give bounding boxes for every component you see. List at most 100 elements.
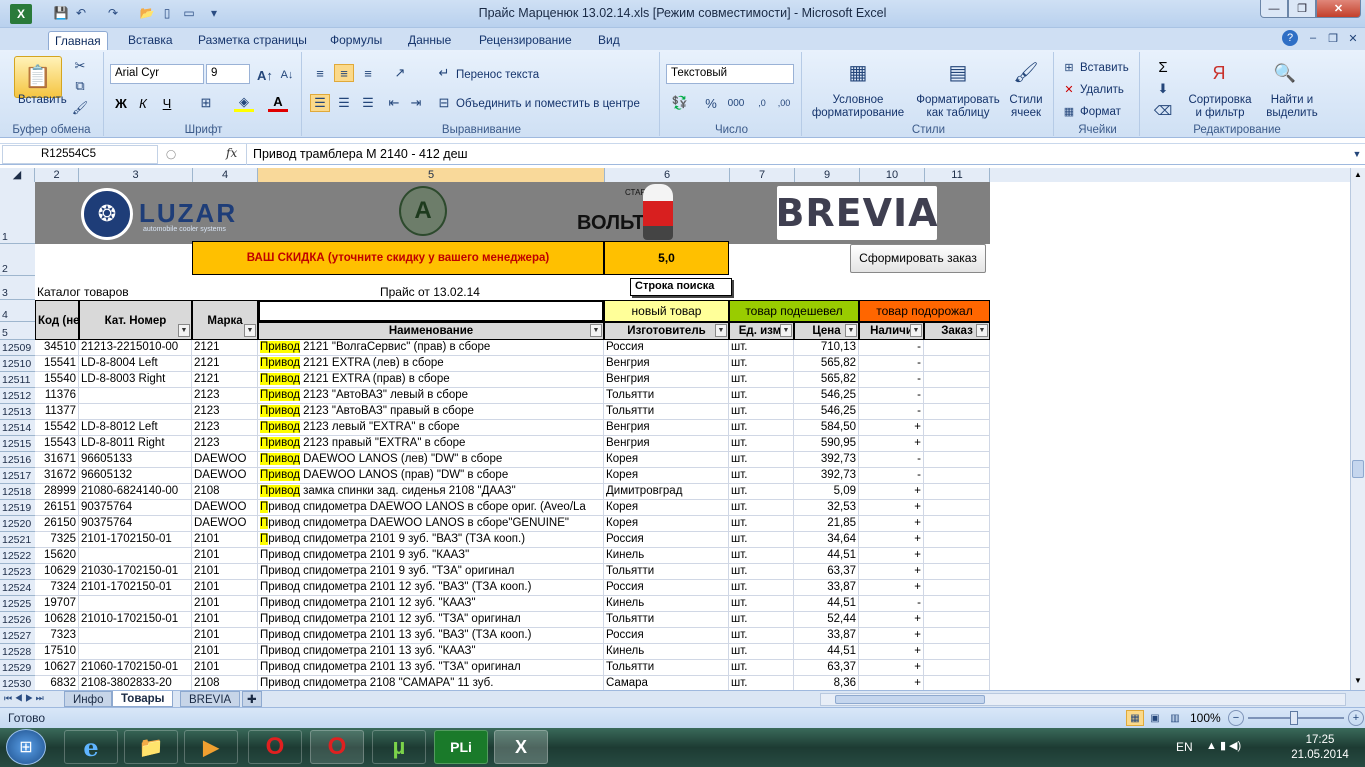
table-cell-unit[interactable]: шт. xyxy=(729,356,794,372)
underline-icon[interactable]: Ч xyxy=(158,94,176,112)
table-cell-order[interactable] xyxy=(924,612,990,628)
column-header[interactable]: 11 xyxy=(925,168,990,182)
minimize-button[interactable]: — xyxy=(1260,0,1288,18)
column-header[interactable]: 5 xyxy=(258,168,605,182)
table-cell-unit[interactable]: шт. xyxy=(729,548,794,564)
table-cell-unit[interactable]: шт. xyxy=(729,612,794,628)
table-cell-unit[interactable]: шт. xyxy=(729,420,794,436)
table-cell-stock[interactable]: - xyxy=(859,596,924,612)
horizontal-scrollbar[interactable] xyxy=(820,693,1346,706)
table-cell-cat[interactable]: 21213-2215010-00 xyxy=(79,340,192,356)
paste-icon[interactable]: 📋 xyxy=(14,56,62,98)
row-header[interactable]: 3 xyxy=(0,276,35,300)
table-cell-name[interactable]: Привод спидометра 2101 9 зуб. "ВАЗ" (ТЗА… xyxy=(258,532,604,548)
table-cell-cat[interactable]: 96605133 xyxy=(79,452,192,468)
tab-page-layout[interactable]: Разметка страницы xyxy=(192,31,313,50)
table-cell-brand[interactable]: 2101 xyxy=(192,612,258,628)
filter-dropdown-icon[interactable]: ▼ xyxy=(715,324,727,337)
row-header[interactable]: 12525 xyxy=(0,596,35,612)
table-cell-brand[interactable]: DAEWOO xyxy=(192,516,258,532)
row-header[interactable]: 5 xyxy=(0,322,35,340)
wrap-text-button[interactable]: Перенос текста xyxy=(456,69,539,82)
table-cell-order[interactable] xyxy=(924,516,990,532)
table-cell-cat[interactable] xyxy=(79,644,192,660)
table-cell-order[interactable] xyxy=(924,404,990,420)
table-cell-stock[interactable]: + xyxy=(859,500,924,516)
filter-dropdown-icon[interactable]: ▼ xyxy=(976,324,988,337)
decrease-decimal-icon[interactable]: ,00 xyxy=(774,94,794,112)
table-cell-order[interactable] xyxy=(924,500,990,516)
format-cells-button[interactable]: Формат xyxy=(1080,106,1121,119)
cut-icon[interactable]: ✂ xyxy=(72,58,88,74)
table-cell-maker[interactable]: Кинель xyxy=(604,644,729,660)
zoom-slider[interactable] xyxy=(1248,711,1344,725)
normal-view-icon[interactable]: ▦ xyxy=(1126,710,1144,726)
table-cell-maker[interactable]: Кинель xyxy=(604,548,729,564)
column-header[interactable]: 4 xyxy=(193,168,258,182)
table-cell-order[interactable] xyxy=(924,564,990,580)
table-cell-price[interactable]: 44,51 xyxy=(794,548,859,564)
delete-cells-icon[interactable]: ✕ xyxy=(1062,82,1076,96)
table-cell-price[interactable]: 546,25 xyxy=(794,404,859,420)
table-cell-stock[interactable]: + xyxy=(859,548,924,564)
table-cell-price[interactable]: 392,73 xyxy=(794,452,859,468)
table-cell-maker[interactable]: Венгрия xyxy=(604,372,729,388)
table-cell-code[interactable]: 28999 xyxy=(35,484,79,500)
zoom-in-icon[interactable]: + xyxy=(1348,710,1364,726)
table-cell-cat[interactable] xyxy=(79,548,192,564)
table-cell-stock[interactable]: - xyxy=(859,404,924,420)
table-cell-code[interactable]: 11376 xyxy=(35,388,79,404)
table-cell-maker[interactable]: Тольятти xyxy=(604,388,729,404)
table-cell-brand[interactable]: 2101 xyxy=(192,548,258,564)
restore-button[interactable]: ❐ xyxy=(1288,0,1316,18)
clear-icon[interactable]: ⌫ xyxy=(1154,102,1172,120)
table-cell-code[interactable]: 34510 xyxy=(35,340,79,356)
table-cell-brand[interactable]: 2123 xyxy=(192,436,258,452)
format-table-icon[interactable]: ▤ xyxy=(944,58,972,86)
table-cell-order[interactable] xyxy=(924,356,990,372)
borders-icon[interactable]: ⊞ xyxy=(196,94,216,112)
table-cell-code[interactable]: 15542 xyxy=(35,420,79,436)
doc-close-icon[interactable]: ✕ xyxy=(1345,30,1361,46)
table-cell-code[interactable]: 11377 xyxy=(35,404,79,420)
table-cell-code[interactable]: 10629 xyxy=(35,564,79,580)
table-cell-cat[interactable]: LD-8-8012 Left xyxy=(79,420,192,436)
conditional-format-button[interactable]: Условное форматирование xyxy=(810,94,906,120)
table-cell-brand[interactable]: 2101 xyxy=(192,580,258,596)
shrink-font-icon[interactable]: A↓ xyxy=(278,66,296,84)
table-cell-order[interactable] xyxy=(924,420,990,436)
fill-icon[interactable]: ⬇ xyxy=(1154,80,1172,98)
table-cell-brand[interactable]: 2121 xyxy=(192,340,258,356)
table-cell-brand[interactable]: 2101 xyxy=(192,660,258,676)
align-bottom-icon[interactable]: ≡ xyxy=(358,64,378,82)
table-cell-unit[interactable]: шт. xyxy=(729,436,794,452)
table-cell-unit[interactable]: шт. xyxy=(729,564,794,580)
plitka-icon[interactable]: PLi xyxy=(434,730,488,764)
table-cell-unit[interactable]: шт. xyxy=(729,372,794,388)
table-cell-cat[interactable] xyxy=(79,628,192,644)
internet-explorer-icon[interactable]: e xyxy=(64,730,118,764)
zoom-out-icon[interactable]: − xyxy=(1228,710,1244,726)
table-cell-name[interactable]: Привод 2123 правый "EXTRA" в сборе xyxy=(258,436,604,452)
table-cell-maker[interactable]: Корея xyxy=(604,468,729,484)
table-cell-unit[interactable]: шт. xyxy=(729,580,794,596)
tab-data[interactable]: Данные xyxy=(402,31,457,50)
row-header[interactable]: 12526 xyxy=(0,612,35,628)
sheet-tab-brevia[interactable]: BREVIA xyxy=(180,691,241,707)
table-cell-stock[interactable]: - xyxy=(859,468,924,484)
find-select-icon[interactable]: 🔍 xyxy=(1270,58,1300,88)
table-cell-unit[interactable]: шт. xyxy=(729,388,794,404)
table-cell-order[interactable] xyxy=(924,372,990,388)
table-cell-brand[interactable]: DAEWOO xyxy=(192,500,258,516)
table-cell-maker[interactable]: Корея xyxy=(604,500,729,516)
merge-center-button[interactable]: Объединить и поместить в центре xyxy=(456,98,640,111)
table-cell-code[interactable]: 26151 xyxy=(35,500,79,516)
column-header[interactable]: 3 xyxy=(79,168,193,182)
table-cell-name[interactable]: Привод спидометра 2101 9 зуб. "ТЗА" ориг… xyxy=(258,564,604,580)
select-all-corner[interactable]: ◢ xyxy=(0,168,35,182)
table-cell-stock[interactable]: + xyxy=(859,644,924,660)
table-cell-name[interactable]: Привод 2123 левый "EXTRA" в сборе xyxy=(258,420,604,436)
table-cell-stock[interactable]: - xyxy=(859,356,924,372)
insert-cells-button[interactable]: Вставить xyxy=(1080,62,1129,75)
increase-indent-icon[interactable]: ⇥ xyxy=(406,94,426,112)
